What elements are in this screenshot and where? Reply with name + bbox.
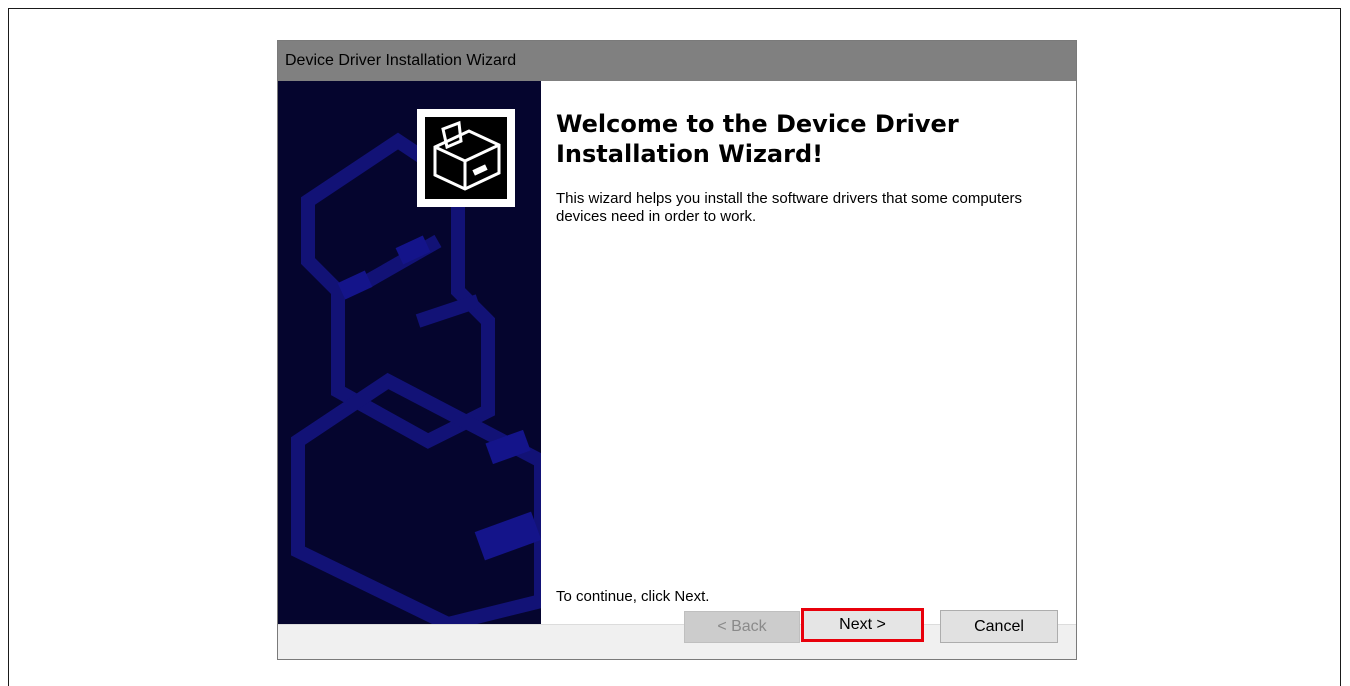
wizard-window: Device Driver Installation Wizard Welcom… xyxy=(277,40,1077,660)
driver-box-icon xyxy=(417,109,515,207)
welcome-heading: Welcome to the Device Driver Installatio… xyxy=(556,110,959,168)
wizard-content: Welcome to the Device Driver Installatio… xyxy=(541,81,1076,624)
window-title: Device Driver Installation Wizard xyxy=(278,41,1076,81)
continue-hint: To continue, click Next. xyxy=(556,588,710,605)
cancel-button[interactable]: Cancel xyxy=(940,610,1058,643)
wizard-description: This wizard helps you install the softwa… xyxy=(556,190,1023,225)
next-button[interactable]: Next > xyxy=(801,608,924,642)
back-button[interactable]: < Back xyxy=(684,611,800,643)
wizard-side-banner xyxy=(278,81,541,624)
